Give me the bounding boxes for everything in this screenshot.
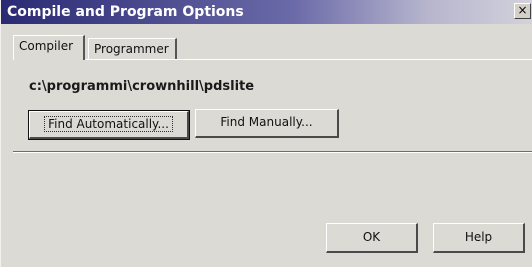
tab-panel-border — [13, 59, 532, 60]
close-icon: × — [517, 3, 528, 17]
find-manually-label: Find Manually... — [220, 115, 313, 129]
dialog-window: Compile and Program Options × Compiler P… — [0, 0, 532, 267]
tab-programmer[interactable]: Programmer — [88, 38, 177, 59]
help-label: Help — [464, 230, 493, 244]
title-bar[interactable]: Compile and Program Options × — [1, 0, 532, 24]
ok-label: OK — [362, 230, 381, 244]
close-button[interactable]: × — [514, 3, 531, 19]
tab-compiler-label: Compiler — [19, 39, 74, 53]
window-title: Compile and Program Options — [7, 4, 244, 20]
separator — [13, 151, 532, 153]
help-button[interactable]: Help — [433, 223, 525, 253]
ok-button[interactable]: OK — [326, 223, 418, 253]
tab-compiler[interactable]: Compiler — [13, 35, 85, 60]
find-manually-button[interactable]: Find Manually... — [195, 109, 339, 138]
tab-programmer-label: Programmer — [94, 42, 169, 56]
find-automatically-label: Find Automatically... — [44, 116, 173, 132]
compiler-path: c:\programmi\crownhill\pdslite — [29, 79, 255, 94]
find-automatically-button[interactable]: Find Automatically... — [28, 110, 190, 140]
